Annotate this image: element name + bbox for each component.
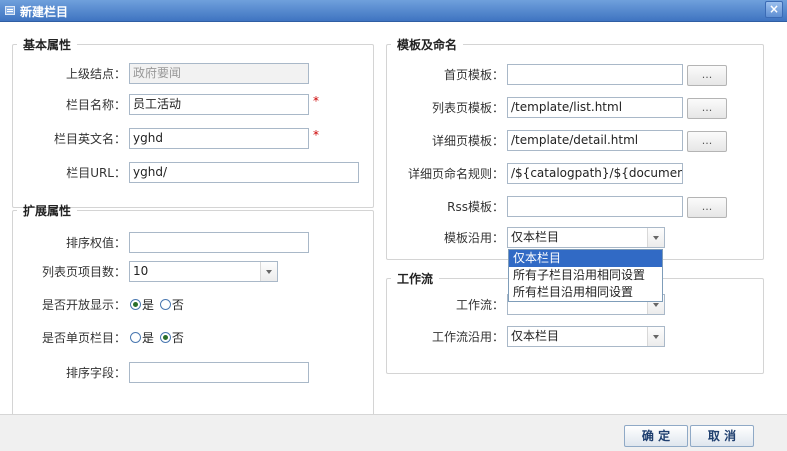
single-page-yes-radio[interactable] [130, 332, 141, 343]
open-display-no-radio[interactable] [159, 299, 171, 310]
single-page-no-label: 否 [171, 331, 184, 345]
open-display-yes-radio[interactable] [130, 299, 141, 310]
template-inherit-option[interactable]: 所有子栏目沿用相同设置 [509, 267, 662, 284]
open-display-radio-group: 是 否 [130, 294, 186, 316]
open-display-yes-label: 是 [142, 298, 155, 312]
rss-template-input[interactable] [507, 196, 683, 217]
list-template-input[interactable]: /template/list.html [507, 97, 683, 118]
chevron-down-icon[interactable] [647, 327, 664, 346]
parent-node-label: 上级结点： [65, 67, 126, 81]
naming-rule-label: 详细页命名规则： [407, 167, 504, 181]
cancel-button[interactable]: 取 消 [690, 425, 754, 447]
ok-button[interactable]: 确 定 [624, 425, 688, 447]
naming-rule-input[interactable]: /${catalogpath}/${document.id} [507, 163, 683, 184]
detail-template-label: 详细页模板： [431, 134, 504, 148]
home-template-input[interactable] [507, 64, 683, 85]
single-page-no-radio[interactable] [159, 332, 171, 343]
single-page-radio-group: 是 否 [130, 327, 186, 349]
template-inherit-value: 仅本栏目 [511, 230, 560, 244]
list-template-browse-button[interactable]: ... [687, 98, 727, 119]
single-page-label: 是否单页栏目： [41, 331, 126, 345]
close-button[interactable]: × [765, 1, 783, 18]
page-size-value: 10 [133, 264, 149, 278]
parent-node-field: 政府要闻 [129, 63, 309, 84]
open-display-no-label: 否 [171, 298, 184, 312]
column-name-label: 栏目名称： [65, 98, 126, 112]
english-name-label: 栏目英文名： [53, 132, 126, 146]
sort-field-input[interactable] [129, 362, 309, 383]
chevron-down-icon[interactable] [647, 228, 664, 247]
template-inherit-select[interactable]: 仅本栏目 [507, 227, 665, 248]
english-name-required: * [313, 128, 319, 142]
template-inherit-option[interactable]: 仅本栏目 [509, 250, 662, 267]
template-inherit-label: 模板沿用： [443, 231, 504, 245]
basic-properties-legend: 基本属性 [23, 38, 72, 52]
order-weight-input[interactable] [129, 232, 309, 253]
detail-template-browse-button[interactable]: ... [687, 131, 727, 152]
workflow-inherit-select[interactable]: 仅本栏目 [507, 326, 665, 347]
window-icon [5, 6, 15, 15]
chevron-down-icon[interactable] [260, 262, 277, 281]
list-template-label: 列表页模板： [431, 101, 504, 115]
column-url-input[interactable]: yghd/ [129, 162, 359, 183]
workflow-legend: 工作流 [397, 272, 434, 286]
english-name-input[interactable]: yghd [129, 128, 309, 149]
workflow-inherit-value: 仅本栏目 [511, 329, 560, 343]
page-size-label: 列表页项目数： [41, 265, 126, 279]
home-template-label: 首页模板： [443, 68, 504, 82]
open-display-label: 是否开放显示： [41, 298, 126, 312]
order-weight-label: 排序权值： [65, 236, 126, 250]
rss-template-browse-button[interactable]: ... [687, 197, 727, 218]
dialog-content: 基本属性 上级结点： 政府要闻 栏目名称： 员工活动 * 栏目英文名： yghd… [0, 22, 787, 418]
column-name-required: * [313, 94, 319, 108]
workflow-inherit-label: 工作流沿用： [431, 330, 504, 344]
page-size-select[interactable]: 10 [129, 261, 278, 282]
column-name-input[interactable]: 员工活动 [129, 94, 309, 115]
template-naming-legend: 模板及命名 [397, 38, 458, 52]
rss-template-label: Rss模板： [447, 200, 504, 214]
column-url-label: 栏目URL： [66, 166, 126, 180]
template-inherit-dropdown-list: 仅本栏目 所有子栏目沿用相同设置 所有栏目沿用相同设置 [508, 249, 663, 302]
sort-field-label: 排序字段： [65, 366, 126, 380]
extended-properties-legend: 扩展属性 [23, 204, 72, 218]
home-template-browse-button[interactable]: ... [687, 65, 727, 86]
workflow-label: 工作流： [455, 298, 504, 312]
dialog-titlebar: 新建栏目 × [0, 0, 787, 22]
dialog-title: 新建栏目 [20, 5, 69, 19]
single-page-yes-label: 是 [142, 331, 155, 345]
detail-template-input[interactable]: /template/detail.html [507, 130, 683, 151]
dialog-footer: 确 定 取 消 [0, 414, 787, 451]
template-inherit-option[interactable]: 所有栏目沿用相同设置 [509, 284, 662, 301]
